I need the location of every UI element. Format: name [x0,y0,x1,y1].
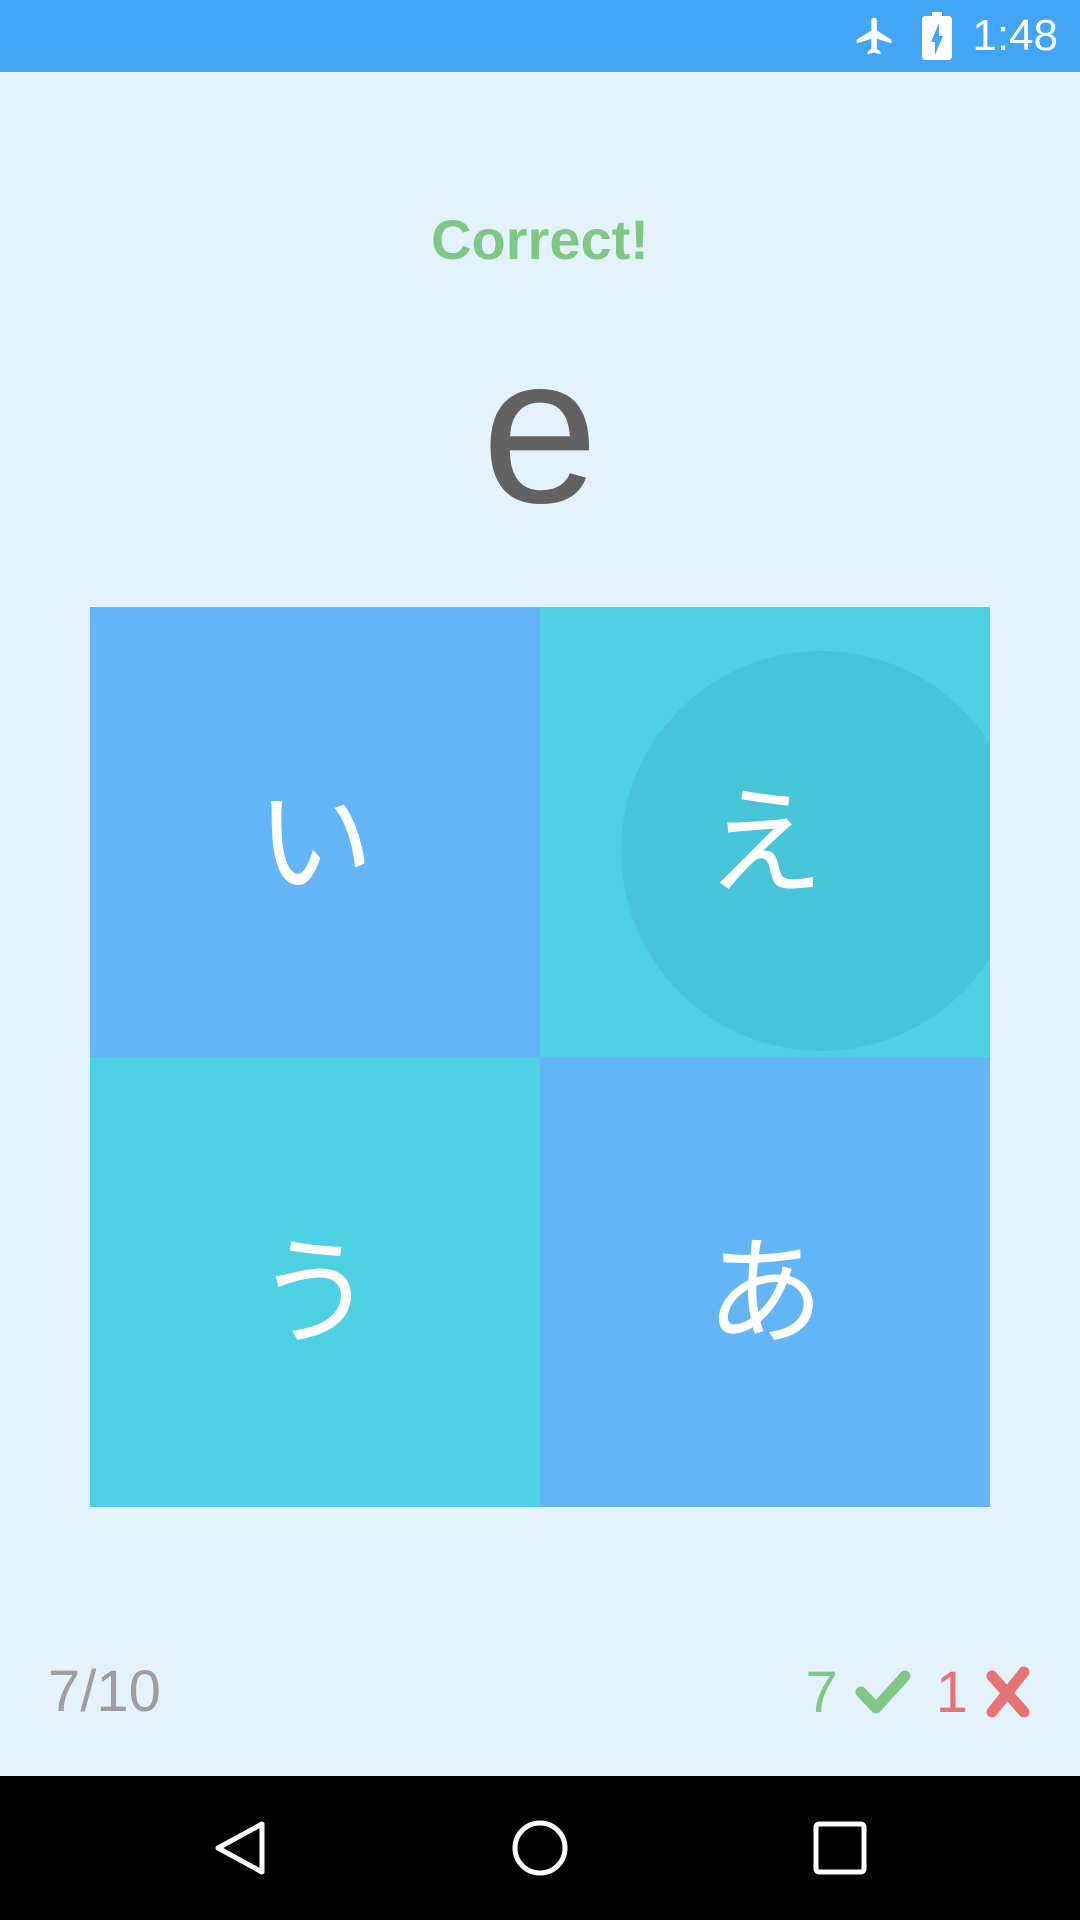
status-time: 1:48 [972,11,1058,60]
airplane-mode-icon [856,17,892,55]
battery-charging-icon [922,12,952,60]
wrong-count: 1 [935,1659,968,1725]
answer-tile-u[interactable]: う [90,1057,540,1507]
answer-tile-a[interactable]: あ [540,1057,990,1507]
answer-grid: い え う あ [90,607,990,1507]
tile-label: う [255,1223,374,1362]
answer-tile-i[interactable]: い [90,607,540,1057]
tile-label: あ [705,1223,824,1362]
romaji-prompt: e [481,312,599,547]
navigation-bar [0,1776,1080,1920]
correct-count: 7 [805,1659,838,1725]
back-icon[interactable] [210,1818,270,1878]
score-summary: 7 1 [805,1652,1032,1732]
answer-tile-e[interactable]: え [540,607,990,1057]
feedback-message: Correct! [431,208,649,271]
question-progress: 7/10 [48,1659,161,1724]
cross-icon [986,1666,1030,1718]
checkmark-icon [855,1670,911,1714]
recents-icon[interactable] [812,1820,868,1876]
home-icon[interactable] [510,1818,570,1878]
tile-label: え [705,773,824,912]
tile-label: い [255,773,374,912]
status-bar: 1:48 [0,0,1080,72]
